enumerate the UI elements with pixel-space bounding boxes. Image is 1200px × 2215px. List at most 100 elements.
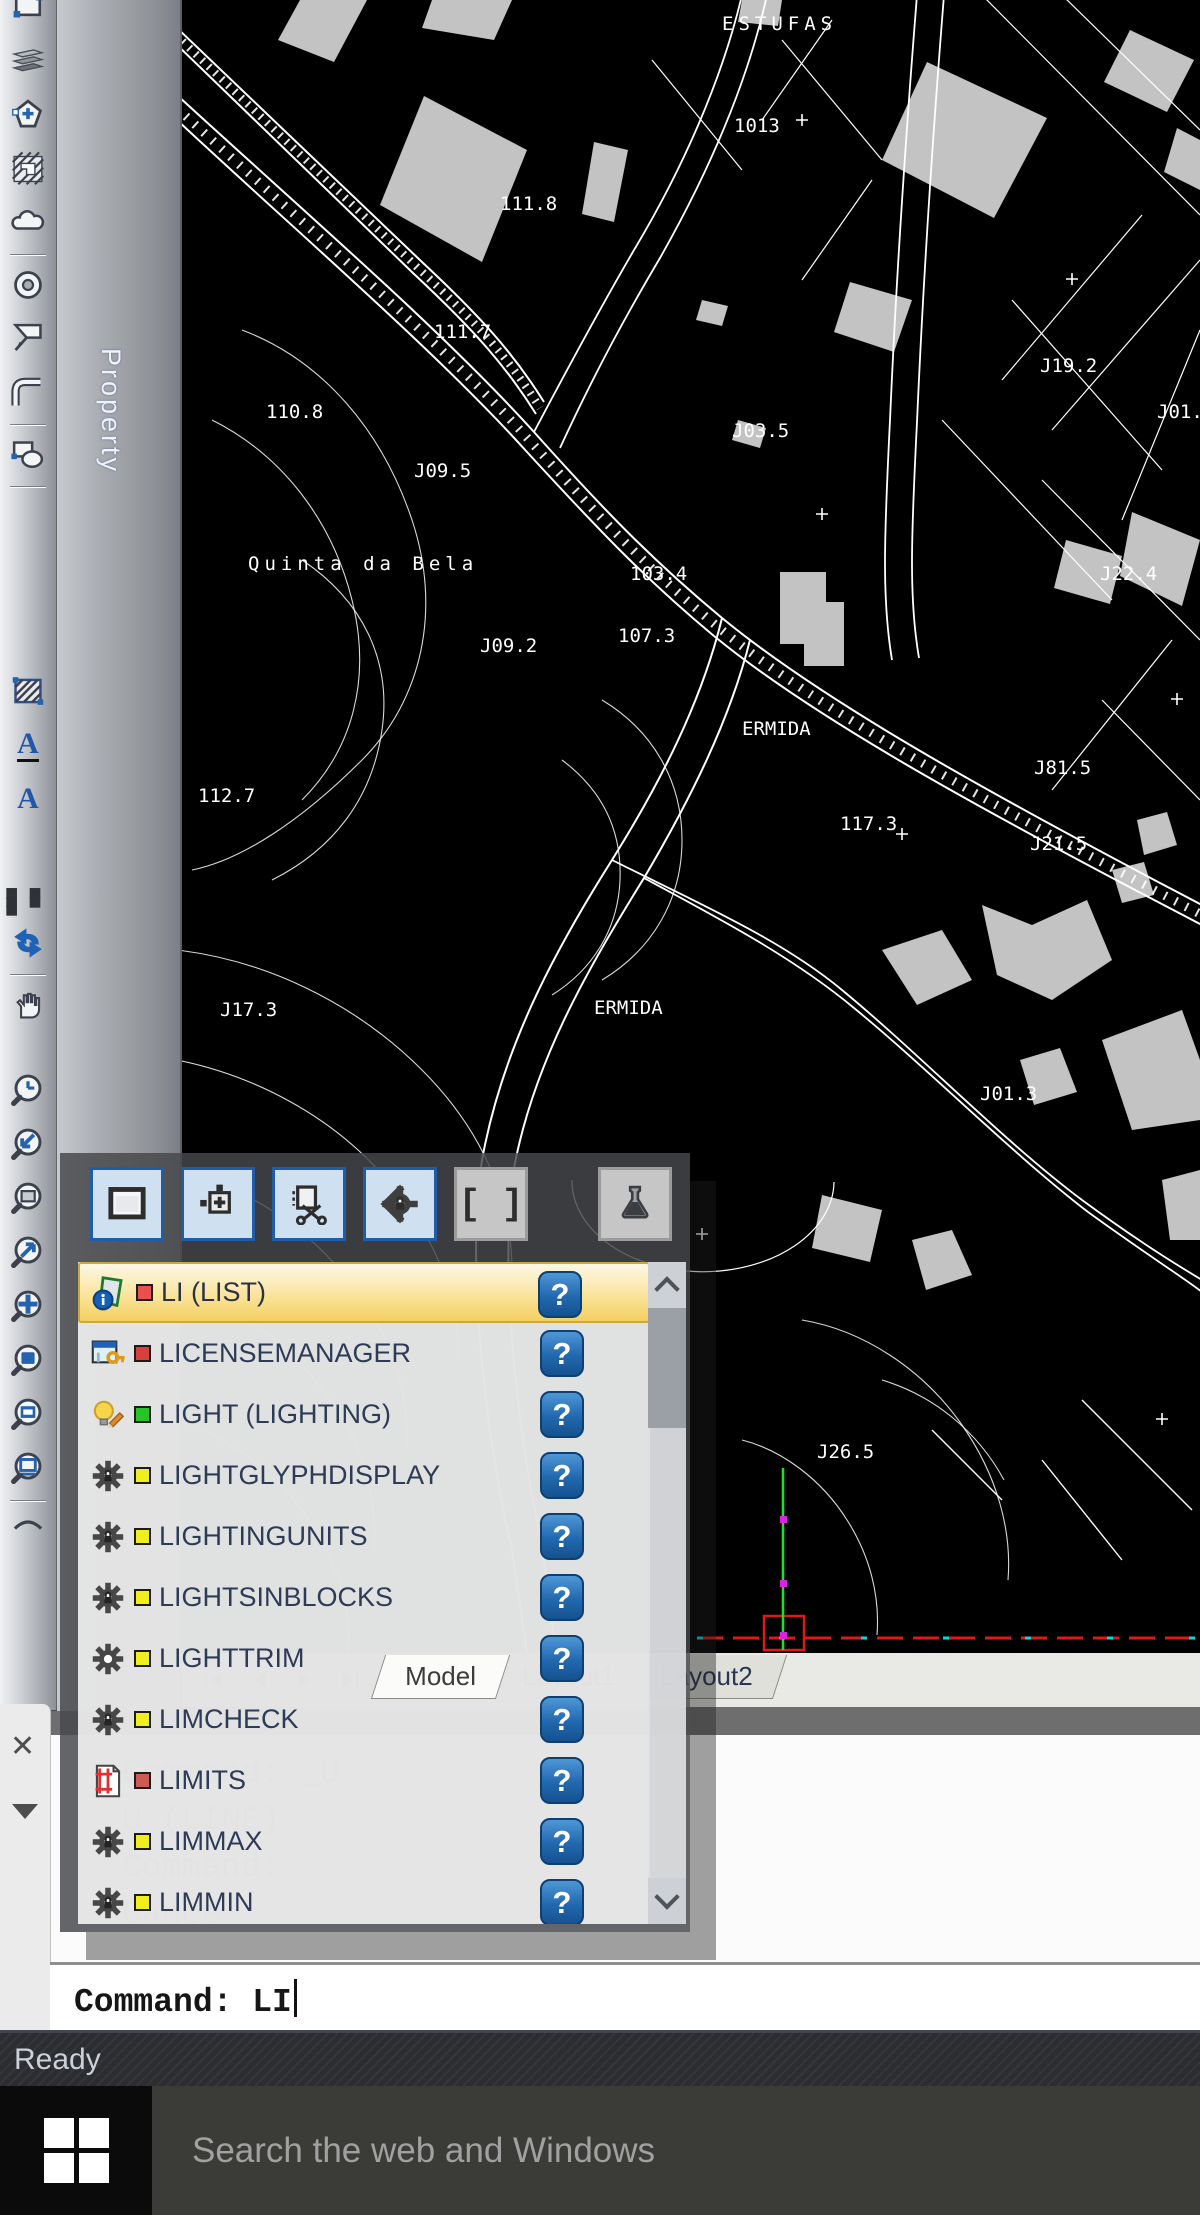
help-button[interactable]: ? <box>540 1818 584 1865</box>
list-item[interactable]: LIGHTTRIM ? <box>78 1628 650 1689</box>
map-label: ESTUFAS <box>722 13 837 35</box>
scroll-down-button[interactable] <box>648 1878 686 1924</box>
rectangle-grips-icon[interactable] <box>5 0 51 30</box>
toolbar-divider <box>10 424 46 426</box>
map-label: 1013 <box>734 115 780 137</box>
command-label: LIMMIN <box>159 1887 254 1918</box>
list-item[interactable]: LIGHTINGUNITS ? <box>78 1506 650 1567</box>
command-window-grip: ✕ <box>0 1704 51 2030</box>
help-button[interactable]: ? <box>540 1330 584 1377</box>
license-manager-icon <box>88 1334 128 1374</box>
start-button[interactable] <box>0 2086 152 2215</box>
flyout-arc-icon[interactable] <box>5 1508 51 1536</box>
edit-overlay <box>697 1468 1200 1650</box>
leader-icon[interactable] <box>5 316 51 362</box>
zoom-center-icon[interactable] <box>5 1284 51 1330</box>
revcloud-icon[interactable] <box>5 200 51 246</box>
autocomplete-popup: [ ] LI (LIST) ? LICENSEM <box>60 1153 690 1932</box>
command-label: LIGHTTRIM <box>159 1643 305 1674</box>
zoom-previous-icon[interactable] <box>5 1068 51 1114</box>
list-item[interactable]: LIGHTGLYPHDISPLAY ? <box>78 1445 650 1506</box>
fillet-icon[interactable] <box>5 370 51 416</box>
list-item[interactable]: LIGHTSINBLOCKS ? <box>78 1567 650 1628</box>
toolbar-divider <box>10 254 46 256</box>
list-item[interactable]: LIMCHECK ? <box>78 1689 650 1750</box>
block-filter-icon[interactable] <box>181 1167 255 1241</box>
help-button[interactable]: ? <box>540 1391 584 1438</box>
drawing-limits-icon <box>88 1761 128 1801</box>
list-item[interactable]: LIMMIN ? <box>78 1872 650 1924</box>
text-cursor <box>294 1979 297 2017</box>
zoom-extents-icon[interactable] <box>5 1392 51 1438</box>
window-filter-icon[interactable] <box>90 1167 164 1241</box>
map-label: 103.4 <box>630 563 687 585</box>
search-placeholder: Search the web and Windows <box>192 2131 655 2171</box>
lightbulb-pencil-icon <box>88 1395 128 1435</box>
list-item[interactable]: LIGHT (LIGHTING) ? <box>78 1384 650 1445</box>
zoom-object-icon[interactable] <box>5 1338 51 1384</box>
pan-hand-icon[interactable] <box>5 982 51 1028</box>
list-item[interactable]: LIMITS ? <box>78 1750 650 1811</box>
command-input[interactable]: LI <box>252 1984 292 2021</box>
hatch-icon[interactable] <box>5 668 51 714</box>
map-label: ERMIDA <box>594 997 663 1019</box>
list-item[interactable]: LICENSEMANAGER ? <box>78 1323 650 1384</box>
toolbar-divider <box>10 1500 46 1502</box>
command-label: LIMMAX <box>159 1826 263 1857</box>
map-label: J01.6 <box>1157 401 1200 423</box>
gear-icon <box>88 1639 128 1679</box>
mtext-icon[interactable]: A <box>5 722 51 768</box>
command-color-swatch <box>134 1589 151 1606</box>
windows-taskbar: Search the web and Windows <box>0 2086 1200 2215</box>
chevron-down-icon[interactable] <box>12 1804 38 1819</box>
help-button[interactable]: ? <box>540 1757 584 1804</box>
expression-filter-icon[interactable]: [ ] <box>454 1167 528 1241</box>
help-button[interactable]: ? <box>540 1452 584 1499</box>
help-button[interactable]: ? <box>540 1879 584 1924</box>
scrollbar-thumb[interactable] <box>648 1308 686 1428</box>
zoom-scale-icon[interactable] <box>5 1230 51 1276</box>
list-item[interactable]: LIMMAX ? <box>78 1811 650 1872</box>
map-label: J09.5 <box>414 460 471 482</box>
help-button[interactable]: ? <box>540 1513 584 1560</box>
help-button[interactable]: ? <box>540 1635 584 1682</box>
tab-model[interactable]: Model <box>371 1655 510 1699</box>
command-label: LIMITS <box>159 1765 246 1796</box>
map-label: 117.3 <box>840 813 897 835</box>
list-item[interactable]: LI (LIST) ? <box>78 1262 650 1323</box>
boundary-hatch-icon[interactable] <box>5 146 51 192</box>
map-label: ERMIDA <box>742 718 811 740</box>
scroll-up-button[interactable] <box>648 1262 686 1308</box>
text-icon[interactable]: A <box>5 776 51 822</box>
gear-lock-icon <box>88 1456 128 1496</box>
popup-scrollbar[interactable] <box>648 1262 686 1924</box>
status-bar: Ready <box>0 2030 1200 2086</box>
map-label: 111.7 <box>434 321 491 343</box>
linetype-dots-icon[interactable]: ■ ■ ■ ■ ■ <box>5 892 51 912</box>
command-label: LIGHTINGUNITS <box>159 1521 368 1552</box>
help-button[interactable]: ? <box>538 1271 582 1318</box>
help-button[interactable]: ? <box>540 1574 584 1621</box>
layers-stack-icon[interactable] <box>5 38 51 84</box>
zoom-dynamic-icon[interactable] <box>5 1122 51 1168</box>
command-line[interactable]: Command: LI <box>50 1962 1200 2030</box>
close-icon[interactable]: ✕ <box>10 1732 35 1762</box>
toolbar-divider <box>10 974 46 976</box>
cut-filter-icon[interactable] <box>272 1167 346 1241</box>
help-button[interactable]: ? <box>540 1696 584 1743</box>
building-footprints <box>278 0 1200 1290</box>
undo-redo-icon[interactable] <box>5 920 51 966</box>
zoom-window-icon[interactable] <box>5 1176 51 1222</box>
polygon-icon[interactable] <box>5 92 51 138</box>
map-label: J01.3 <box>980 1083 1037 1105</box>
zoom-all-icon[interactable] <box>5 1446 51 1492</box>
region-icon[interactable] <box>5 432 51 478</box>
gear-lock-icon <box>88 1700 128 1740</box>
map-label: J21.5 <box>1030 833 1087 855</box>
donut-icon[interactable] <box>5 262 51 308</box>
taskbar-search-input[interactable]: Search the web and Windows <box>152 2086 1200 2215</box>
sysvar-filter-icon[interactable] <box>363 1167 437 1241</box>
map-label: J22.4 <box>1100 563 1157 585</box>
beaker-filter-icon[interactable] <box>598 1167 672 1241</box>
map-label: J09.2 <box>480 635 537 657</box>
